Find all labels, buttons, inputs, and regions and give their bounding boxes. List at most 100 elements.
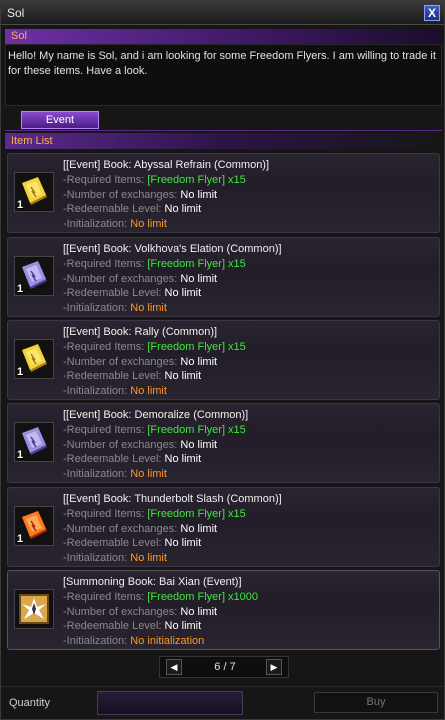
title-bar[interactable]: Sol X <box>1 1 444 25</box>
required-items-row: -Required Items: [Freedom Flyer] x15 <box>63 424 433 439</box>
item-details: [[Event] Book: Volkhova's Elation (Commo… <box>63 243 433 316</box>
npc-dialog-text: Hello! My name is Sol, and i am looking … <box>8 50 436 77</box>
item-list-header: Item List <box>5 133 442 149</box>
initialization-label: -Initialization: <box>63 384 128 397</box>
required-items-value: [Freedom Flyer] x15 <box>147 424 246 436</box>
item-icon-slot[interactable]: 1 <box>14 172 54 212</box>
required-items-row: -Required Items: [Freedom Flyer] x15 <box>63 508 433 523</box>
list-item[interactable]: 1 [[Event] Book: Thunderbolt Slash (Comm… <box>7 487 440 567</box>
item-count: 1 <box>17 449 24 461</box>
initialization-label: -Initialization: <box>63 217 128 230</box>
initialization-label: -Initialization: <box>63 301 128 314</box>
tab-event[interactable]: Event <box>21 111 99 129</box>
level-label: -Redeemable Level: <box>63 203 162 215</box>
level-row: -Redeemable Level: No limit <box>63 370 433 385</box>
exchanges-row: -Number of exchanges: No limit <box>63 523 433 538</box>
item-details: [[Event] Book: Abyssal Refrain (Common)]… <box>63 159 433 232</box>
item-name: [[Event] Book: Rally (Common)] <box>63 326 218 338</box>
level-value: No limit <box>164 620 202 632</box>
required-items-row: -Required Items: [Freedom Flyer] x15 <box>63 258 433 273</box>
exchanges-value: No limit <box>180 438 218 451</box>
initialization-value: No limit <box>130 217 167 230</box>
close-button[interactable]: X <box>424 5 440 21</box>
list-item[interactable]: 1 [[Event] Book: Abyssal Refrain (Common… <box>7 153 440 233</box>
level-row: -Redeemable Level: No limit <box>63 453 433 468</box>
required-items-row: -Required Items: [Freedom Flyer] x15 <box>63 341 433 356</box>
level-value: No limit <box>164 370 202 382</box>
required-items-label: -Required Items: <box>63 424 145 436</box>
npc-name: Sol <box>11 30 27 42</box>
list-item[interactable]: [Summoning Book: Bai Xian (Event)] -Requ… <box>7 570 440 650</box>
required-items-label: -Required Items: <box>63 174 145 186</box>
required-items-label: -Required Items: <box>63 258 145 270</box>
item-name: [[Event] Book: Demoralize (Common)] <box>63 409 249 421</box>
required-items-value: [Freedom Flyer] x15 <box>147 341 246 353</box>
item-count: 1 <box>17 366 24 378</box>
triangle-left-icon[interactable]: ◀ <box>166 659 182 675</box>
level-label: -Redeemable Level: <box>63 537 162 549</box>
list-item[interactable]: 1 [[Event] Book: Rally (Common)] -Requir… <box>7 320 440 400</box>
level-label: -Redeemable Level: <box>63 370 162 382</box>
level-row: -Redeemable Level: No limit <box>63 537 433 552</box>
exchanges-value: No limit <box>180 355 218 368</box>
item-name: [[Event] Book: Thunderbolt Slash (Common… <box>63 493 282 505</box>
window-title: Sol <box>7 6 25 20</box>
required-items-value: [Freedom Flyer] x15 <box>147 508 246 520</box>
initialization-row: -Initialization: No limit <box>63 218 433 233</box>
initialization-label: -Initialization: <box>63 467 128 480</box>
initialization-value: No initialization <box>130 634 205 647</box>
level-value: No limit <box>164 537 202 549</box>
exchanges-value: No limit <box>180 188 218 201</box>
exchanges-label: -Number of exchanges: <box>63 188 178 201</box>
item-icon-slot[interactable]: 1 <box>14 256 54 296</box>
list-item[interactable]: 1 [[Event] Book: Demoralize (Common)] -R… <box>7 403 440 483</box>
initialization-label: -Initialization: <box>63 551 128 564</box>
required-items-value: [Freedom Flyer] x1000 <box>147 591 259 603</box>
item-count: 1 <box>17 533 24 545</box>
exchanges-label: -Number of exchanges: <box>63 438 178 451</box>
exchanges-label: -Number of exchanges: <box>63 272 178 285</box>
initialization-value: No limit <box>130 384 167 397</box>
item-icon-slot[interactable]: 1 <box>14 422 54 462</box>
quantity-input[interactable] <box>97 691 243 715</box>
initialization-row: -Initialization: No limit <box>63 302 433 317</box>
exchanges-value: No limit <box>180 605 218 618</box>
npc-name-bar: Sol <box>5 29 442 44</box>
item-count: 1 <box>17 199 24 211</box>
buy-button[interactable]: Buy <box>314 692 438 713</box>
triangle-right-icon[interactable]: ▶ <box>266 659 282 675</box>
level-label: -Redeemable Level: <box>63 620 162 632</box>
level-row: -Redeemable Level: No limit <box>63 620 433 635</box>
initialization-label: -Initialization: <box>63 634 128 647</box>
item-name: [Summoning Book: Bai Xian (Event)] <box>63 576 242 588</box>
initialization-row: -Initialization: No limit <box>63 385 433 400</box>
npc-trade-window: Sol X Sol Hello! My name is Sol, and i a… <box>0 0 445 720</box>
required-items-label: -Required Items: <box>63 341 145 353</box>
exchanges-row: -Number of exchanges: No limit <box>63 273 433 288</box>
initialization-value: No limit <box>130 551 167 564</box>
item-count: 1 <box>17 283 24 295</box>
item-details: [[Event] Book: Demoralize (Common)] -Req… <box>63 409 433 482</box>
npc-dialog: Hello! My name is Sol, and i am looking … <box>5 44 442 106</box>
exchanges-label: -Number of exchanges: <box>63 522 178 535</box>
level-value: No limit <box>164 287 202 299</box>
item-icon-slot[interactable] <box>14 589 54 629</box>
exchanges-row: -Number of exchanges: No limit <box>63 606 433 621</box>
level-row: -Redeemable Level: No limit <box>63 287 433 302</box>
level-label: -Redeemable Level: <box>63 287 162 299</box>
list-item[interactable]: 1 [[Event] Book: Volkhova's Elation (Com… <box>7 237 440 317</box>
item-icon-slot[interactable]: 1 <box>14 506 54 546</box>
required-items-row: -Required Items: [Freedom Flyer] x15 <box>63 174 433 189</box>
level-label: -Redeemable Level: <box>63 453 162 465</box>
item-details: [Summoning Book: Bai Xian (Event)] -Requ… <box>63 576 433 649</box>
required-items-row: -Required Items: [Freedom Flyer] x1000 <box>63 591 433 606</box>
footer: Quantity Buy <box>1 686 444 719</box>
exchanges-row: -Number of exchanges: No limit <box>63 439 433 454</box>
initialization-row: -Initialization: No limit <box>63 468 433 483</box>
initialization-value: No limit <box>130 467 167 480</box>
exchanges-label: -Number of exchanges: <box>63 355 178 368</box>
required-items-value: [Freedom Flyer] x15 <box>147 174 246 186</box>
required-items-label: -Required Items: <box>63 591 145 603</box>
required-items-value: [Freedom Flyer] x15 <box>147 258 246 270</box>
item-icon-slot[interactable]: 1 <box>14 339 54 379</box>
